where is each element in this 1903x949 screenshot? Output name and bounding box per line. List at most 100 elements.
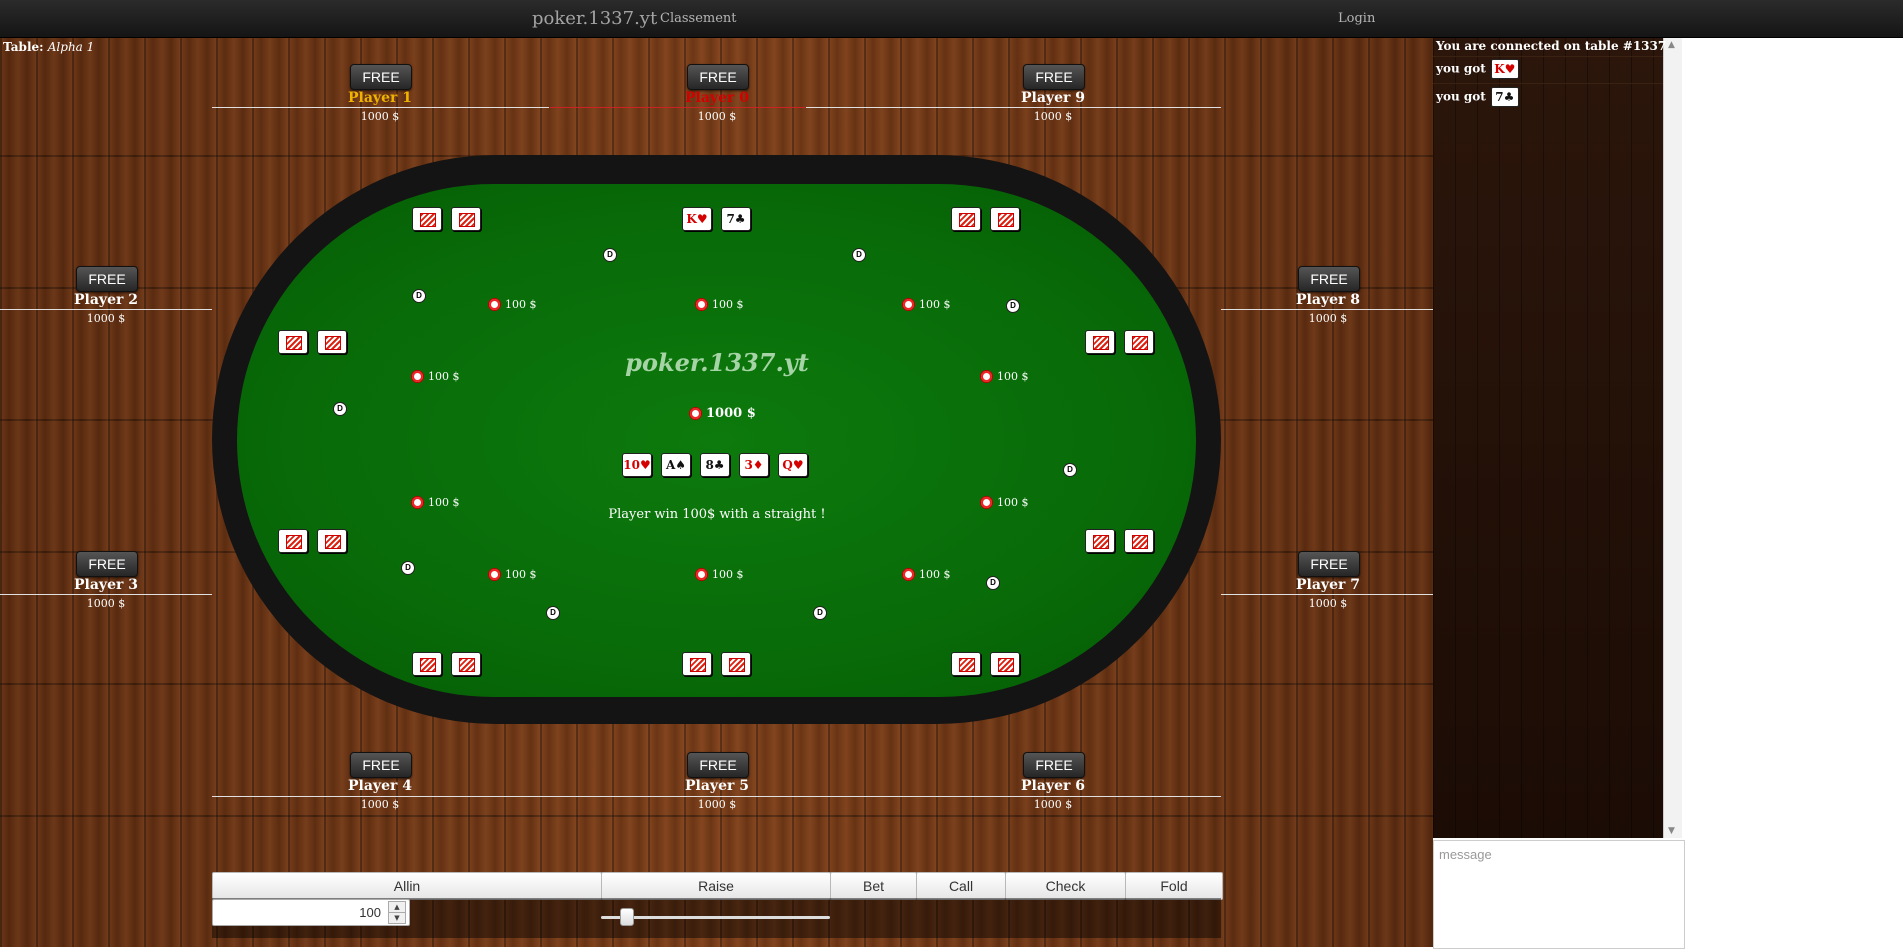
dealer-button: D: [603, 248, 617, 262]
chip-icon: [695, 298, 708, 311]
chat-panel: [1433, 38, 1663, 838]
seat-5-card-back: [682, 652, 712, 676]
seat-9-free-button[interactable]: FREE: [1023, 64, 1085, 90]
seat-2-bet: 100 $: [411, 370, 460, 383]
seat-3-divider: [0, 594, 212, 595]
chip-icon: [689, 407, 702, 420]
chat-input-placeholder: message: [1439, 847, 1492, 862]
chat-card: 7♣: [1490, 87, 1519, 107]
chat-message-text: you got: [1436, 89, 1486, 104]
seat-1-name: Player 1: [348, 90, 412, 106]
chip-icon: [902, 568, 915, 581]
seat-8-stack: 1000 $: [1308, 312, 1348, 325]
seat-3-card-back: [317, 529, 347, 553]
raise-slider-track[interactable]: [601, 916, 830, 919]
seat-3-card-back: [278, 529, 308, 553]
check-button[interactable]: Check: [1005, 872, 1126, 900]
bet-amount-value: 100: [359, 905, 381, 920]
seat-7-bet: 100 $: [980, 496, 1029, 509]
chat-scrollbar[interactable]: ▲ ▼: [1663, 38, 1682, 838]
seat-5-free-button[interactable]: FREE: [687, 752, 749, 778]
chip-icon: [980, 496, 993, 509]
bet-value: 100 $: [712, 298, 744, 311]
table-logo: poker.1337.yt: [625, 348, 809, 377]
seat-1-divider: [212, 107, 549, 108]
seat-3-bet: 100 $: [411, 496, 460, 509]
hero-card-1: K♥: [682, 207, 712, 231]
chat-card: K♥: [1490, 59, 1519, 79]
community-card-4: 3♦: [739, 453, 769, 477]
seat-8-free-button[interactable]: FREE: [1298, 266, 1360, 292]
pot-value: 1000 $: [706, 406, 756, 421]
seat-9-name: Player 9: [1021, 90, 1085, 106]
seat-6-name: Player 6: [1021, 778, 1085, 794]
chat-divider: [1433, 56, 1663, 57]
bet-amount-input[interactable]: 100 ▲ ▼: [212, 899, 410, 926]
seat-2-free-button[interactable]: FREE: [76, 266, 138, 292]
amount-decrement-icon[interactable]: ▼: [388, 912, 406, 924]
chat-message-input[interactable]: message: [1433, 840, 1685, 949]
seat-3-free-button[interactable]: FREE: [76, 551, 138, 577]
seat-7-name: Player 7: [1296, 577, 1360, 593]
bet-value: 100 $: [919, 298, 951, 311]
seat-1-bet: 100 $: [488, 298, 537, 311]
bet-value: 100 $: [505, 568, 537, 581]
dealer-button: D: [546, 606, 560, 620]
hero-card-2: 7♣: [721, 207, 751, 231]
raise-slider-handle[interactable]: [620, 908, 635, 926]
seat-6-card-back: [990, 652, 1020, 676]
seat-8-bet: 100 $: [980, 370, 1029, 383]
table-label-prefix: Table:: [3, 40, 44, 54]
table-name: Alpha 1: [47, 40, 95, 54]
seat-7-card-back: [1085, 529, 1115, 553]
seat-5-bet: 100 $: [695, 568, 744, 581]
seat-1-stack: 1000 $: [360, 110, 400, 123]
seat-6-free-button[interactable]: FREE: [1023, 752, 1085, 778]
table-name-label: Table: Alpha 1: [3, 40, 94, 54]
seat-7-stack: 1000 $: [1308, 597, 1348, 610]
bet-button[interactable]: Bet: [830, 872, 917, 900]
bet-value: 100 $: [997, 496, 1029, 509]
nav-classement-link[interactable]: Classement: [660, 11, 737, 26]
seat-1-free-button[interactable]: FREE: [350, 64, 412, 90]
fold-button[interactable]: Fold: [1125, 872, 1223, 900]
bet-value: 100 $: [919, 568, 951, 581]
call-button[interactable]: Call: [916, 872, 1006, 900]
chip-icon: [411, 496, 424, 509]
seat-0-name: Player 0: [685, 90, 749, 106]
chat-message: you got 7♣: [1436, 87, 1519, 107]
chip-icon: [695, 568, 708, 581]
chat-connected-message: You are connected on table #1337: [1436, 39, 1667, 53]
allin-button[interactable]: Allin: [212, 872, 602, 900]
dealer-button: D: [401, 561, 415, 575]
chat-message-text: you got: [1436, 61, 1486, 76]
seat-8-divider: [1221, 309, 1433, 310]
scroll-down-icon[interactable]: ▼: [1668, 826, 1675, 836]
seat-9-divider: [806, 107, 1221, 108]
scroll-up-icon[interactable]: ▲: [1668, 40, 1675, 50]
seat-5-stack: 1000 $: [697, 798, 737, 811]
chip-icon: [411, 370, 424, 383]
seat-3-stack: 1000 $: [86, 597, 126, 610]
seat-2-divider: [0, 309, 212, 310]
seat-2-name: Player 2: [74, 292, 138, 308]
chip-icon: [488, 568, 501, 581]
seat-0-free-button[interactable]: FREE: [687, 64, 749, 90]
seat-2-card-back: [317, 330, 347, 354]
seat-7-card-back: [1124, 529, 1154, 553]
raise-button[interactable]: Raise: [601, 872, 831, 900]
seat-8-card-back: [1085, 330, 1115, 354]
nav-login-link[interactable]: Login: [1338, 11, 1375, 26]
seat-7-divider: [1221, 594, 1433, 595]
seat-1-card-back: [412, 207, 442, 231]
seat-0-bet: 100 $: [695, 298, 744, 311]
seat-4-stack: 1000 $: [360, 798, 400, 811]
bet-value: 100 $: [505, 298, 537, 311]
seat-7-free-button[interactable]: FREE: [1298, 551, 1360, 577]
bet-value: 100 $: [428, 370, 460, 383]
seat-9-stack: 1000 $: [1033, 110, 1073, 123]
dealer-button: D: [1063, 463, 1077, 477]
bottom-seats-divider: [212, 796, 1221, 797]
brand-link[interactable]: poker.1337.yt: [532, 8, 657, 29]
seat-4-free-button[interactable]: FREE: [350, 752, 412, 778]
